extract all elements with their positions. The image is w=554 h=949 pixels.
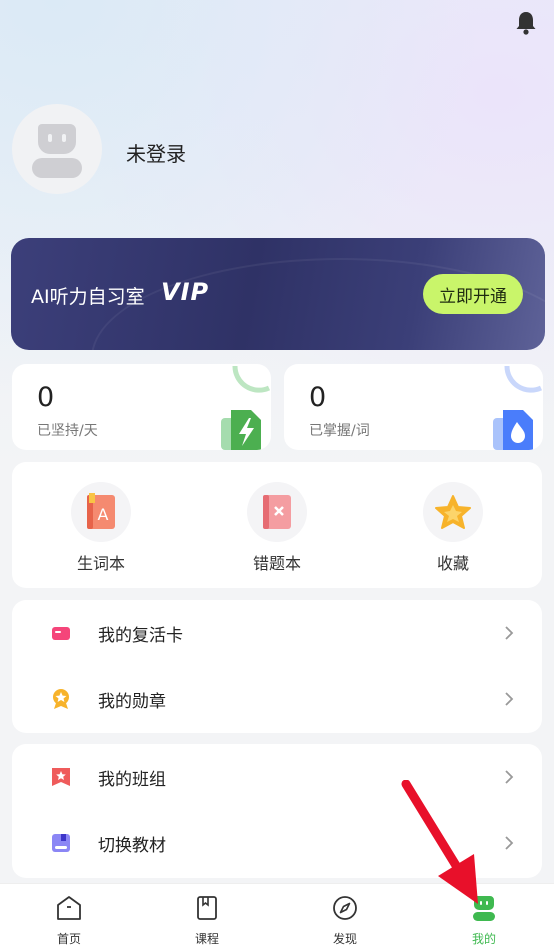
tab-home[interactable]: 首页 [29,894,109,947]
favorites-label: 收藏 [436,554,469,573]
tab-discover[interactable]: 发现 [305,894,385,947]
medal-icon [53,689,69,709]
tab-discover-label: 发现 [332,932,357,946]
vip-banner[interactable]: AI听力自习室 VIP 立即开通 [11,238,545,350]
card-icon [52,627,70,640]
mistake-book-label: 错题本 [252,554,301,573]
vip-open-button[interactable]: 立即开通 [423,274,523,314]
svg-text:A: A [98,505,109,524]
mastered-words-value: 0 [309,382,327,413]
tab-profile[interactable]: 我的 [444,894,524,947]
tab-course-label: 课程 [194,932,219,946]
mastered-words-label: 已掌握/词 [309,423,370,439]
mistake-book-icon [263,495,291,529]
chevron-right-icon [505,836,514,850]
class-group-item[interactable]: 我的班组 [12,744,542,810]
tools-card: A 生词本 错题本 收藏 [12,462,542,588]
star-icon [435,495,471,529]
flame-icon [493,365,543,450]
compass-icon [333,896,357,920]
home-icon [57,896,81,920]
streak-days-value: 0 [37,382,55,413]
menu-card-1: 我的复活卡 我的勋章 [12,600,542,733]
switch-textbook-label: 切换教材 [98,835,166,856]
avatar[interactable] [12,104,102,194]
tab-profile-label: 我的 [471,932,496,946]
mastered-words-card[interactable]: 0 已掌握/词 [284,364,543,450]
chevron-right-icon [505,626,514,640]
revive-card-item[interactable]: 我的复活卡 [12,600,542,666]
favorites-button[interactable]: 收藏 [388,482,518,574]
vip-badge: VIP [161,278,210,306]
robot-avatar-icon [32,124,82,178]
textbook-icon [52,834,70,852]
tab-home-label: 首页 [56,932,81,946]
profile-icon [473,895,495,921]
chevron-right-icon [505,692,514,706]
class-group-icon [52,768,70,786]
medal-label: 我的勋章 [98,691,166,712]
medal-item[interactable]: 我的勋章 [12,666,542,732]
streak-days-label: 已坚持/天 [37,423,98,439]
streak-days-card[interactable]: 0 已坚持/天 [12,364,271,450]
vocab-book-icon: A [87,493,115,529]
vocab-book-button[interactable]: A 生词本 [36,482,166,574]
lightning-icon [221,365,271,450]
mistake-book-button[interactable]: 错题本 [212,482,342,574]
tab-course[interactable]: 课程 [167,894,247,947]
course-icon [197,896,217,920]
login-status[interactable]: 未登录 [126,138,186,167]
menu-card-2: 我的班组 切换教材 [12,744,542,878]
switch-textbook-item[interactable]: 切换教材 [12,810,542,876]
chevron-right-icon [505,770,514,784]
class-group-label: 我的班组 [98,769,166,790]
vocab-book-label: 生词本 [76,554,125,573]
revive-card-label: 我的复活卡 [98,625,183,646]
bell-icon[interactable] [514,10,538,36]
bottom-tab-bar: 首页 课程 发现 我的 [0,883,554,949]
vip-title: AI听力自习室 [31,286,145,308]
